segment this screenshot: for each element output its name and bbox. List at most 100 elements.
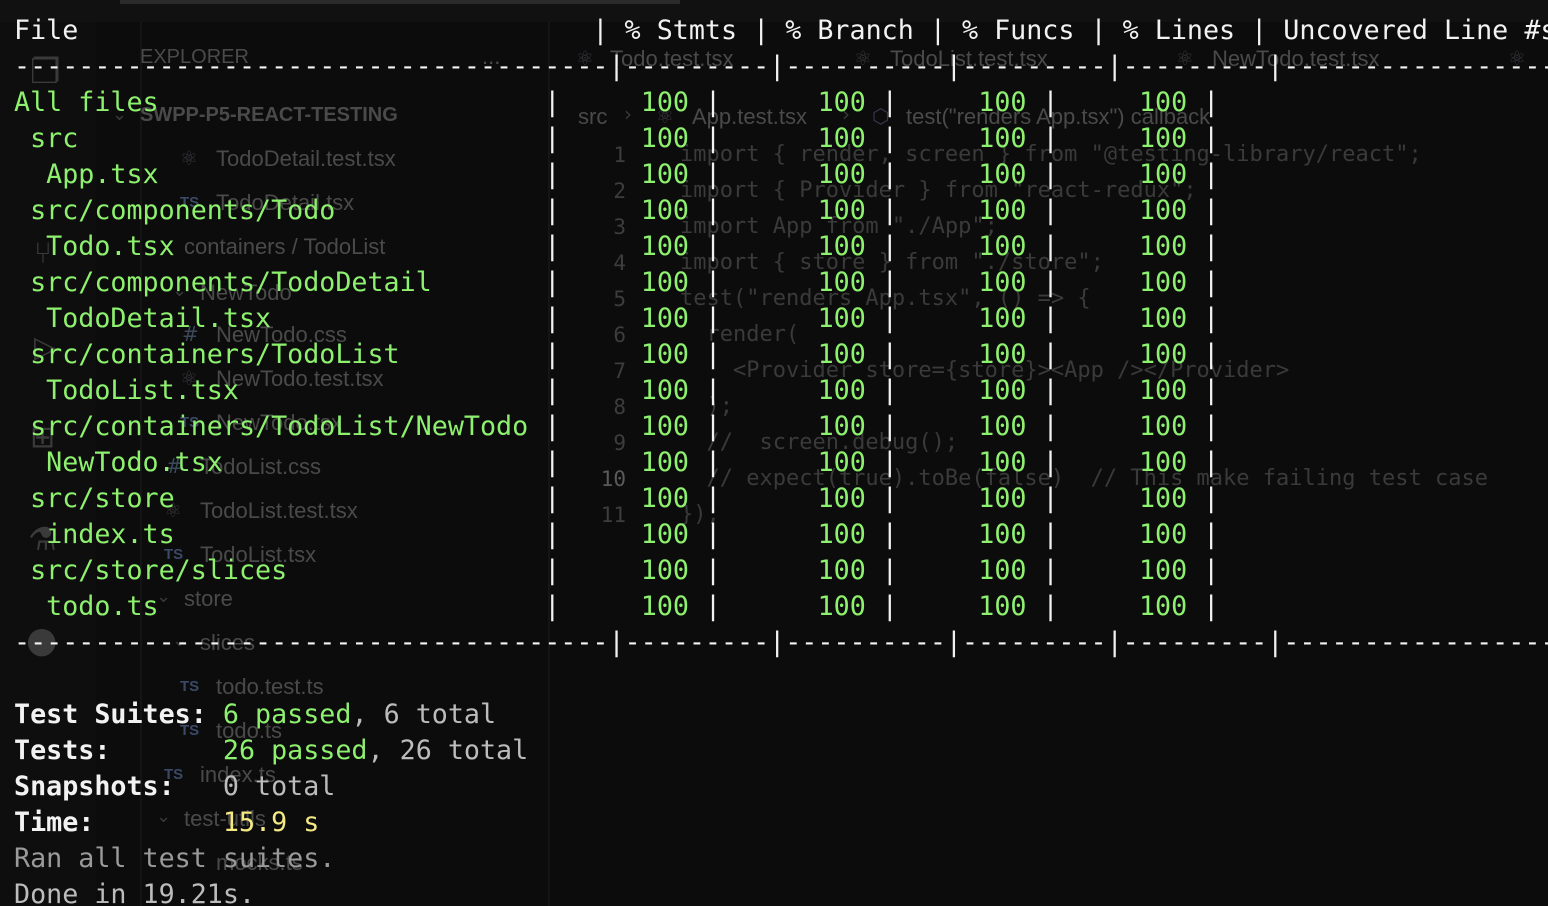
- coverage-file: src/containers/TodoList/NewTodo: [14, 411, 529, 442]
- coverage-funcs: 100: [978, 159, 1027, 190]
- coverage-funcs: 100: [978, 483, 1027, 514]
- suites-passed: 6 passed: [222, 699, 352, 730]
- summary-label: Time:: [14, 807, 95, 838]
- coverage-funcs: 100: [978, 87, 1027, 118]
- coverage-branch: 100: [817, 555, 866, 586]
- coverage-lines: 100: [1138, 267, 1188, 298]
- column-divider: |: [881, 267, 898, 298]
- coverage-branch: 100: [817, 267, 866, 298]
- coverage-row: index.ts | 100 | 100 | 100 | 100 |: [14, 517, 1219, 553]
- coverage-row: src/components/Todo | 100 | 100 | 100 | 100 |: [14, 193, 1219, 229]
- done-message: Done in 19.21s.: [14, 879, 256, 906]
- coverage-row: src/store | 100 | 100 | 100 | 100 |: [14, 481, 1219, 517]
- coverage-stmts: 100: [640, 339, 689, 370]
- column-divider: |: [544, 123, 561, 154]
- coverage-branch: 100: [817, 411, 866, 442]
- coverage-stmts: 100: [640, 591, 689, 622]
- time-value: 15.9 s: [222, 807, 320, 838]
- coverage-lines: 100: [1138, 231, 1188, 262]
- coverage-stmts: 100: [640, 303, 689, 334]
- column-divider: |: [705, 555, 722, 586]
- column-divider: |: [544, 87, 561, 118]
- coverage-branch: 100: [817, 231, 866, 262]
- coverage-stmts: 100: [640, 159, 689, 190]
- coverage-stmts: 100: [640, 123, 689, 154]
- coverage-stmts: 100: [640, 267, 689, 298]
- column-divider: |: [1203, 231, 1220, 262]
- coverage-file: src/components/Todo: [14, 195, 336, 226]
- coverage-funcs: 100: [978, 195, 1027, 226]
- coverage-lines: 100: [1138, 375, 1188, 406]
- coverage-lines: 100: [1138, 339, 1188, 370]
- coverage-branch: 100: [817, 375, 866, 406]
- column-divider: |: [1042, 339, 1059, 370]
- suites-total: , 6 total: [351, 699, 497, 730]
- coverage-branch: 100: [817, 519, 866, 550]
- column-divider: |: [881, 375, 898, 406]
- coverage-lines: 100: [1138, 159, 1188, 190]
- coverage-funcs: 100: [978, 267, 1027, 298]
- coverage-branch: 100: [817, 123, 866, 154]
- coverage-row: src/containers/TodoList | 100 | 100 | 100 | 100 |: [14, 337, 1219, 373]
- coverage-lines: 100: [1138, 447, 1188, 478]
- coverage-funcs: 100: [978, 303, 1027, 334]
- column-divider: |: [544, 339, 561, 370]
- coverage-file: All files: [14, 87, 159, 118]
- coverage-funcs: 100: [978, 591, 1027, 622]
- column-divider: |: [1203, 159, 1220, 190]
- coverage-file: src/containers/TodoList: [14, 339, 400, 370]
- column-divider: |: [544, 483, 561, 514]
- coverage-row: src/containers/TodoList/NewTodo | 100 | 100 |…: [14, 409, 1219, 445]
- column-divider: |: [881, 447, 898, 478]
- column-divider: |: [1042, 447, 1059, 478]
- coverage-file: TodoDetail.tsx: [14, 303, 272, 334]
- column-divider: |: [1203, 483, 1220, 514]
- tests-passed: 26 passed: [222, 735, 368, 766]
- column-divider: |: [1203, 339, 1220, 370]
- coverage-stmts: 100: [640, 447, 689, 478]
- coverage-file: Todo.tsx: [14, 231, 175, 262]
- column-divider: |: [1203, 87, 1220, 118]
- column-divider: |: [705, 159, 722, 190]
- column-divider: |: [544, 195, 561, 226]
- column-divider: |: [1203, 195, 1220, 226]
- column-divider: |: [881, 411, 898, 442]
- coverage-row: src | 100 | 100 | 100 | 100 |: [14, 121, 1219, 157]
- column-divider: |: [705, 231, 722, 262]
- column-divider: |: [544, 519, 561, 550]
- column-divider: |: [881, 231, 898, 262]
- column-divider: |: [1042, 555, 1059, 586]
- column-divider: |: [705, 267, 722, 298]
- column-divider: |: [1042, 519, 1059, 550]
- column-divider: |: [544, 159, 561, 190]
- column-divider: |: [1042, 411, 1059, 442]
- column-divider: |: [544, 555, 561, 586]
- coverage-funcs: 100: [978, 519, 1027, 550]
- column-divider: |: [881, 555, 898, 586]
- coverage-file: src: [14, 123, 79, 154]
- column-divider: |: [1042, 483, 1059, 514]
- coverage-funcs: 100: [978, 123, 1027, 154]
- coverage-funcs: 100: [978, 555, 1027, 586]
- coverage-row: src/store/slices | 100 | 100 | 100 | 100 |: [14, 553, 1219, 589]
- coverage-branch: 100: [817, 87, 866, 118]
- coverage-funcs: 100: [978, 375, 1027, 406]
- coverage-row: todo.ts | 100 | 100 | 100 | 100 |: [14, 589, 1219, 625]
- tests-total: , 26 total: [367, 735, 529, 766]
- coverage-lines: 100: [1138, 483, 1188, 514]
- coverage-stmts: 100: [640, 195, 689, 226]
- coverage-stmts: 100: [640, 519, 689, 550]
- column-divider: |: [881, 303, 898, 334]
- coverage-funcs: 100: [978, 339, 1027, 370]
- summary-label: Snapshots:: [14, 771, 175, 802]
- coverage-file: TodoList.tsx: [14, 375, 239, 406]
- terminal-output[interactable]: File | % Stmts | % Branch | % Funcs | % …: [0, 0, 1548, 906]
- coverage-file: NewTodo.tsx: [14, 447, 223, 478]
- column-divider: |: [881, 339, 898, 370]
- coverage-branch: 100: [817, 591, 866, 622]
- coverage-stmts: 100: [640, 375, 689, 406]
- coverage-branch: 100: [817, 483, 866, 514]
- column-divider: |: [881, 159, 898, 190]
- column-divider: |: [1203, 267, 1220, 298]
- column-divider: |: [705, 411, 722, 442]
